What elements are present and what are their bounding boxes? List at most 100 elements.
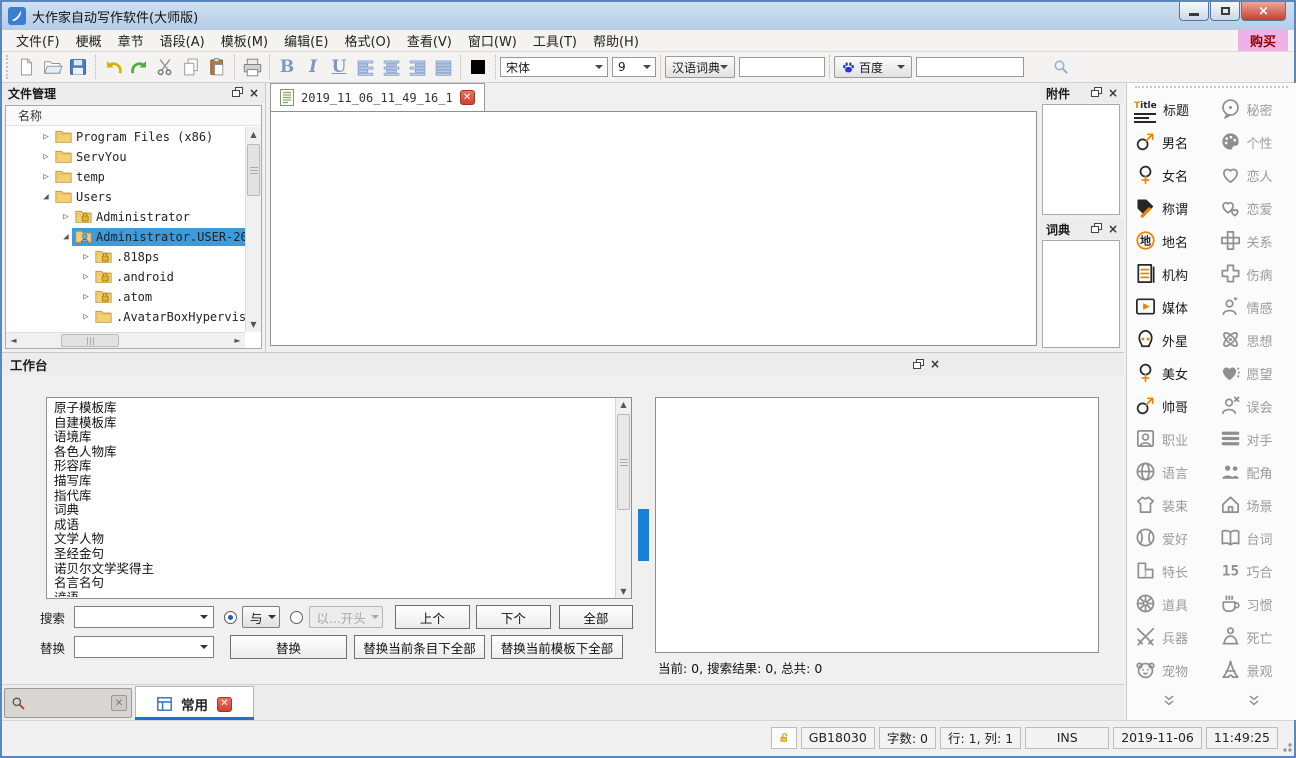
save-button[interactable] [65,54,91,80]
element-button-palette[interactable]: 个性 [1212,126,1296,159]
element-button-bubble[interactable]: 秘密 [1212,93,1296,126]
element-button-bars[interactable]: 对手 [1212,423,1296,456]
tab-common[interactable]: 常用 ✕ [135,686,254,721]
tree-item-body[interactable]: .AvatarBoxHypervisorGl [92,308,245,326]
buy-button[interactable]: 购买 [1238,30,1288,51]
element-button-play[interactable]: 媒体 [1127,291,1212,324]
menu-item-template[interactable]: 模板(M) [213,29,276,52]
collapse-icon[interactable]: ◢ [60,232,72,242]
search-input[interactable] [75,608,200,626]
maximize-button[interactable] [1210,2,1240,21]
element-button-bell[interactable]: 死亡 [1212,621,1296,654]
tree-item[interactable]: ◢Administrator.USER-2019051 [6,227,245,247]
expand-icon[interactable]: ▷ [40,132,52,142]
menu-item-file[interactable]: 文件(F) [8,29,68,52]
tree-item[interactable]: ▷.atom [6,287,245,307]
copy-button[interactable] [178,54,204,80]
float-panel-button[interactable] [232,86,243,100]
close-panel-button[interactable]: × [1108,224,1118,234]
tree-item[interactable]: ▷.818ps [6,247,245,267]
scroll-down-indicator[interactable] [1127,695,1212,706]
menu-item-edit[interactable]: 编辑(E) [276,29,336,52]
menu-item-format[interactable]: 格式(O) [336,29,398,52]
tree-item-body[interactable]: Program Files (x86) [52,128,245,146]
web-search-button[interactable] [1052,58,1070,76]
expand-icon[interactable]: ▷ [60,212,72,222]
starts-mode-radio[interactable] [290,611,303,624]
element-button-person-badge[interactable]: 职业 [1127,423,1212,456]
scrollbar-thumb[interactable] [61,334,119,347]
element-button-blocks[interactable]: 特长 [1127,555,1212,588]
print-button[interactable] [239,54,265,80]
scrollbar-thumb[interactable] [617,414,630,510]
element-button-tag[interactable]: 称谓 [1127,192,1212,225]
library-list-item[interactable]: 各色人物库 [54,445,614,460]
quick-search-box[interactable]: ✕ [4,688,132,718]
element-button-book[interactable]: 台词 [1212,522,1296,555]
redo-button[interactable] [126,54,152,80]
web-search-input[interactable] [916,57,1024,77]
tree-item-body[interactable]: .atom [92,288,245,306]
element-button-person-x[interactable]: 误会 [1212,390,1296,423]
expand-icon[interactable]: ▷ [80,312,92,322]
scroll-down-icon[interactable]: ▼ [616,587,631,596]
preview-box[interactable] [655,397,1099,653]
all-button[interactable]: 全部 [559,605,633,629]
italic-button[interactable]: I [300,54,326,80]
cut-button[interactable] [152,54,178,80]
element-button-tower[interactable]: 景观 [1212,654,1296,687]
expand-icon[interactable]: ▷ [40,172,52,182]
library-list-item[interactable]: 词典 [54,503,614,518]
close-button[interactable]: × [1241,2,1286,21]
element-button-people[interactable]: 配角 [1212,456,1296,489]
tree-item[interactable]: ▷.android [6,267,245,287]
close-panel-button[interactable]: × [249,88,259,98]
lock-status-cell[interactable] [771,727,797,749]
float-panel-button[interactable] [1091,222,1102,236]
document-editor[interactable] [270,111,1037,346]
tree-item[interactable]: ▷Program Files (x86) [6,127,245,147]
element-button-male[interactable]: 男名 [1127,126,1212,159]
tree-item-body[interactable]: .android [92,268,245,286]
attachments-list[interactable] [1042,104,1120,215]
tree-vertical-scrollbar[interactable]: ▲ ▼ [245,127,261,332]
scroll-right-icon[interactable]: ► [230,333,245,348]
dictionary-list[interactable] [1042,240,1120,348]
next-button[interactable]: 下个 [476,605,551,629]
library-list-item[interactable]: 指代库 [54,489,614,504]
element-button-female[interactable]: 美女 [1127,357,1212,390]
previous-button[interactable]: 上个 [395,605,470,629]
close-tab-button[interactable]: ✕ [460,90,475,105]
tree-item-body[interactable]: ServYou [52,148,245,166]
element-button-one-five[interactable]: 15巧合 [1212,555,1296,588]
expand-icon[interactable]: ▷ [80,272,92,282]
element-button-swords[interactable]: 兵器 [1127,621,1212,654]
replace-input[interactable] [75,638,200,656]
expand-icon[interactable]: ▷ [80,252,92,262]
match-mode-select[interactable]: 与 [242,606,280,628]
menu-item-help[interactable]: 帮助(H) [585,29,647,52]
tree-item-body[interactable]: temp [52,168,245,186]
tree-item[interactable]: ▷.AvatarBoxHypervisorGl [6,307,245,327]
library-list-item[interactable]: 诺贝尔文学奖得主 [54,562,614,577]
scrollbar-thumb[interactable] [247,144,260,196]
expand-icon[interactable]: ▷ [80,292,92,302]
element-button-cup[interactable]: 习惯 [1212,588,1296,621]
starts-mode-select[interactable]: 以...开头 [309,606,383,628]
toolbar-handle[interactable] [6,55,10,79]
library-list-item[interactable]: 自建模板库 [54,416,614,431]
float-panel-button[interactable] [1091,86,1102,100]
tree-item-body[interactable]: Administrator [72,208,245,226]
dictionary-engine-select[interactable]: 汉语词典 [665,56,735,78]
element-button-place[interactable]: 地地名 [1127,225,1212,258]
replace-button[interactable]: 替换 [230,635,347,659]
element-button-alien[interactable]: 外星 [1127,324,1212,357]
element-button-house[interactable]: 场景 [1212,489,1296,522]
library-list-item[interactable]: 语境库 [54,430,614,445]
scroll-left-icon[interactable]: ◄ [6,333,21,348]
library-list-item[interactable]: 谚语 [54,591,614,597]
element-button-dog[interactable]: 宠物 [1127,654,1212,687]
library-list-item[interactable]: 原子模板库 [54,401,614,416]
replace-template-all-button[interactable]: 替换当前模板下全部 [491,635,623,659]
element-button-heart-outline[interactable]: 恋人 [1212,159,1296,192]
